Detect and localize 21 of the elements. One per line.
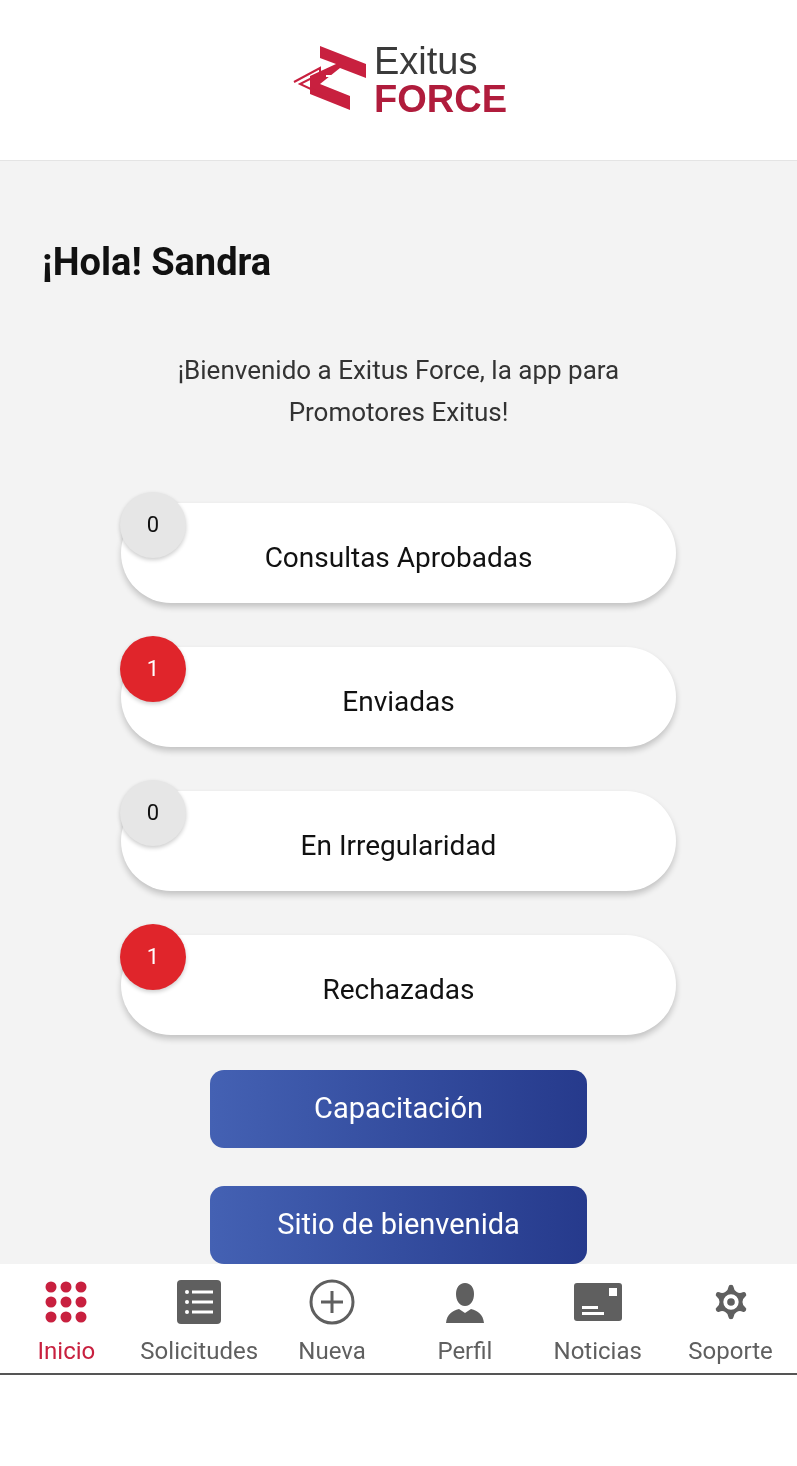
mail-icon <box>573 1282 622 1321</box>
plus-circle-icon <box>309 1278 356 1325</box>
nav-tab[interactable]: Inicio <box>1 1263 132 1373</box>
nav-tab[interactable]: Noticias <box>532 1263 663 1373</box>
action-button[interactable]: Capacitación <box>210 1069 587 1148</box>
nav-tab[interactable]: Perfil <box>399 1263 530 1373</box>
person-icon <box>443 1280 486 1323</box>
count-badge: 0 <box>120 779 186 846</box>
list-icon <box>177 1279 222 1324</box>
logo-subtitle: FORCE <box>374 80 507 118</box>
action-button[interactable]: Sitio de bienvenida <box>210 1185 587 1264</box>
logo-wordmark: Exitus <box>374 42 479 80</box>
greeting: ¡Hola! Sandra <box>42 239 272 286</box>
nav-tab[interactable]: Nueva <box>267 1263 398 1373</box>
count-badge: 1 <box>120 923 186 990</box>
welcome-message: ¡Bienvenido a Exitus Force, la app para Promotores Exitus! <box>176 353 621 429</box>
count-badge: 0 <box>120 491 186 558</box>
nav-tab[interactable]: Solicitudes <box>134 1263 265 1373</box>
count-badge: 1 <box>120 635 186 702</box>
grid-icon <box>45 1280 88 1323</box>
nav-tab[interactable]: Soporte <box>665 1263 796 1373</box>
